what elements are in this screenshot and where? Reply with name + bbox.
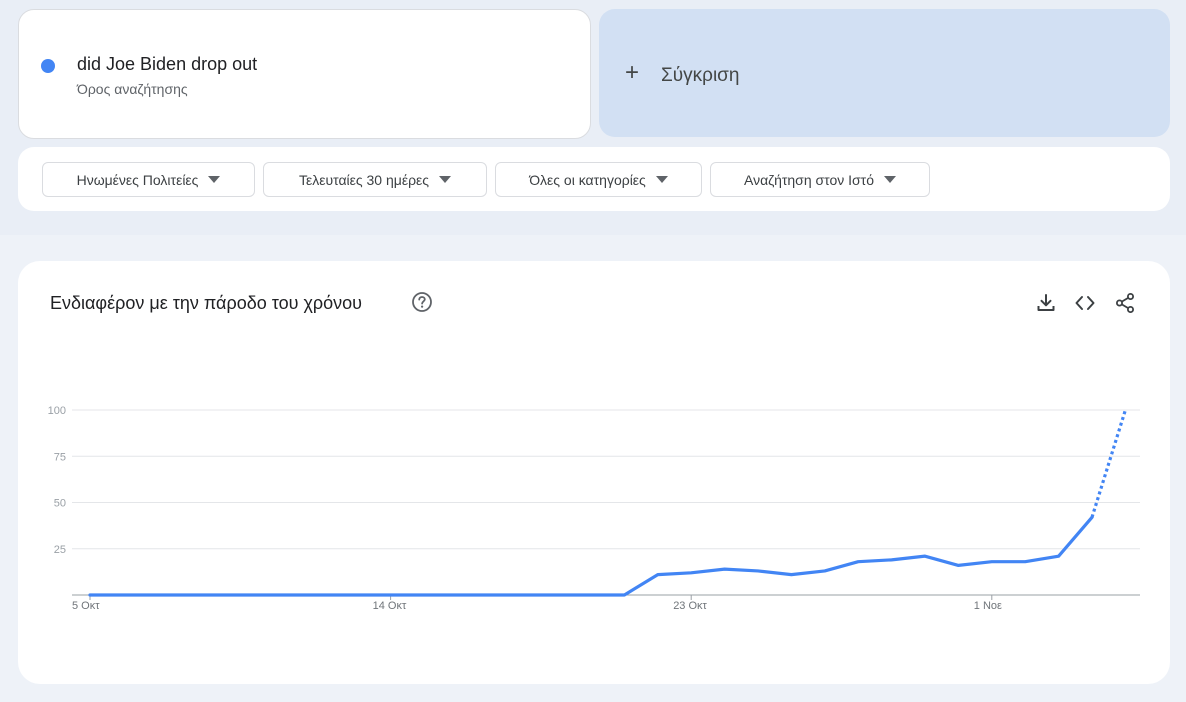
series-line-partial: [1090, 409, 1127, 518]
filter-category-label: Όλες οι κατηγορίες: [529, 171, 646, 188]
search-term-card[interactable]: did Joe Biden drop out Όρος αναζήτησης: [18, 9, 591, 139]
caret-down-icon: [884, 176, 896, 183]
series-color-dot: [41, 59, 55, 73]
search-term-title[interactable]: did Joe Biden drop out: [77, 54, 257, 75]
plus-icon: +: [625, 59, 640, 86]
filter-time-range[interactable]: Τελευταίες 30 ημέρες: [263, 162, 487, 197]
compare-button[interactable]: + Σύγκριση: [599, 9, 1170, 137]
filter-category[interactable]: Όλες οι κατηγορίες: [495, 162, 702, 197]
filter-time-range-label: Τελευταίες 30 ημέρες: [298, 171, 430, 188]
search-term-subtitle: Όρος αναζήτησης: [77, 81, 188, 97]
caret-down-icon: [655, 176, 668, 183]
y-tick-label: 100: [48, 405, 66, 417]
x-tick-label: 1 Νοε: [974, 600, 1002, 612]
x-tick-label: 14 Οκτ: [373, 600, 407, 612]
y-tick-label: 50: [54, 498, 66, 510]
interest-over-time-card: Ενδιαφέρον με την πάροδο του χρόνου 100 7…: [18, 261, 1170, 684]
y-tick-label: 75: [54, 451, 66, 463]
filter-search-type[interactable]: Αναζήτηση στον Ιστό: [710, 162, 930, 197]
x-tick-label: 23 Οκτ: [673, 600, 707, 612]
y-tick-label: 25: [54, 544, 66, 556]
caret-down-icon: [208, 176, 221, 183]
filter-region[interactable]: Ηνωμένες Πολιτείες: [42, 162, 255, 197]
x-tick-label: 5 Οκτ: [72, 600, 100, 612]
filter-bar: Ηνωμένες Πολιτείες Τελευταίες 30 ημέρες …: [18, 147, 1170, 211]
filter-region-label: Ηνωμένες Πολιτείες: [76, 171, 199, 188]
caret-down-icon: [439, 176, 452, 183]
series-line: [88, 515, 1094, 597]
compare-label: Σύγκριση: [661, 65, 740, 86]
filter-search-type-label: Αναζήτηση στον Ιστό: [743, 171, 874, 188]
interest-line-chart: 100 75 50 25 5 Οκτ 14 Οκτ 23 Οκτ 1 Νοε: [48, 405, 1140, 612]
